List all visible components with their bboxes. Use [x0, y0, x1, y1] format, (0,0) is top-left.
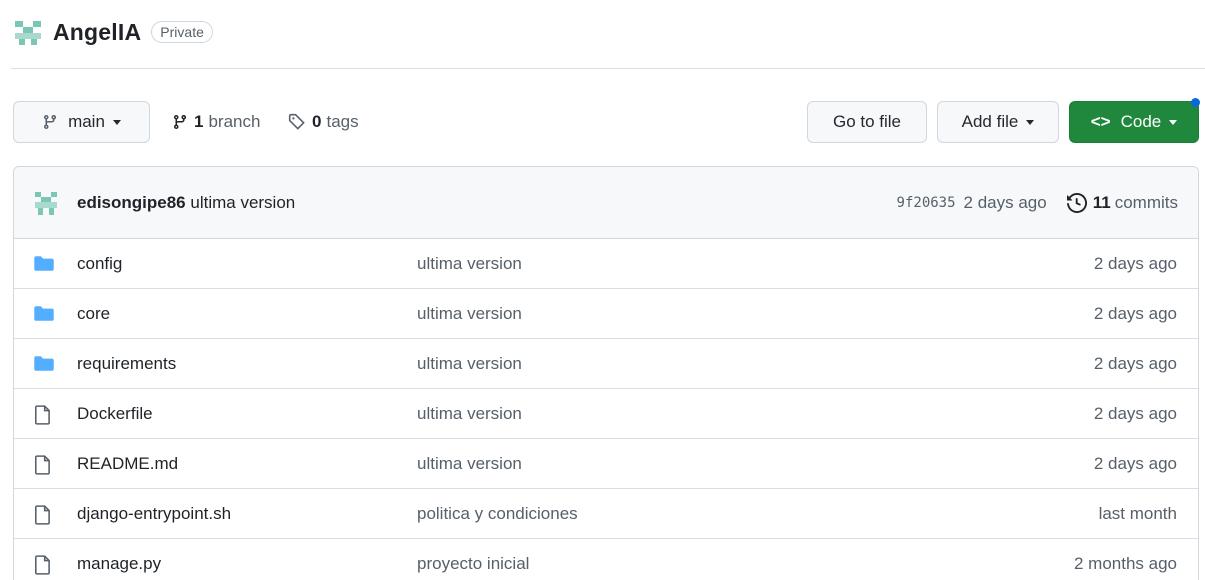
folder-icon — [34, 356, 54, 371]
code-label: Code — [1120, 112, 1162, 131]
commit-meta: 9f20635 2 days ago 11 commits — [897, 193, 1178, 213]
folder-icon — [34, 306, 54, 321]
file-name[interactable]: config — [77, 254, 122, 274]
commit-age: 2 days ago — [963, 192, 1047, 212]
tag-icon — [288, 113, 305, 130]
history-icon — [1066, 192, 1087, 213]
file-name[interactable]: manage.py — [77, 554, 161, 574]
file-commit-message[interactable]: politica y condiciones — [417, 504, 578, 524]
chevron-down-icon — [1026, 119, 1035, 125]
repo-header: AngelIA Private — [13, 14, 213, 50]
file-commit-message[interactable]: proyecto inicial — [417, 554, 529, 574]
file-age: 2 days ago — [1093, 303, 1177, 323]
file-name[interactable]: README.md — [77, 454, 178, 474]
commits-link[interactable]: 11 commits — [1066, 192, 1178, 213]
go-to-file-label: Go to file — [832, 112, 902, 131]
commit-message[interactable]: ultima version — [190, 193, 295, 212]
go-to-file-button[interactable]: Go to file — [807, 101, 927, 143]
git-branch-icon — [173, 115, 186, 130]
file-commit-message[interactable]: ultima version — [417, 254, 522, 274]
add-file-label: Add file — [961, 112, 1019, 131]
file-row[interactable]: manage.py proyecto inicial 2 months ago — [14, 539, 1198, 580]
tag-label: tags — [326, 112, 359, 131]
author-avatar[interactable] — [34, 190, 58, 216]
file-icon — [35, 455, 50, 475]
file-icon — [35, 505, 50, 525]
branch-count: 1 — [194, 112, 204, 131]
file-name[interactable]: Dockerfile — [77, 404, 153, 424]
code-button[interactable]: <> Code — [1069, 101, 1199, 143]
file-age: 2 days ago — [1093, 403, 1177, 423]
commit-sha[interactable]: 9f20635 — [897, 195, 956, 211]
file-row[interactable]: config ultima version 2 days ago — [14, 239, 1198, 289]
header-divider — [11, 68, 1205, 69]
file-row[interactable]: core ultima version 2 days ago — [14, 289, 1198, 339]
branch-name: main — [68, 112, 105, 131]
file-age: 2 days ago — [1093, 253, 1177, 273]
chevron-down-icon — [112, 119, 121, 125]
branch-selector-button[interactable]: main — [13, 101, 150, 143]
git-branch-icon — [44, 115, 57, 130]
file-row[interactable]: Dockerfile ultima version 2 days ago — [14, 389, 1198, 439]
file-name[interactable]: django-entrypoint.sh — [77, 504, 231, 524]
file-navigation: main 1 branch 0 tags Go to file Add file… — [13, 101, 1199, 145]
file-icon — [35, 555, 50, 575]
file-row[interactable]: README.md ultima version 2 days ago — [14, 439, 1198, 489]
file-icon — [35, 405, 50, 425]
file-age: 2 months ago — [1073, 553, 1177, 573]
file-age: 2 days ago — [1093, 353, 1177, 373]
file-name[interactable]: requirements — [77, 354, 176, 374]
file-commit-message[interactable]: ultima version — [417, 404, 522, 424]
file-row[interactable]: django-entrypoint.sh politica y condicio… — [14, 489, 1198, 539]
add-file-button[interactable]: Add file — [937, 101, 1059, 143]
commit-count: 11 — [1092, 192, 1111, 212]
notification-dot — [1191, 98, 1200, 107]
tag-count: 0 — [312, 112, 322, 131]
file-commit-message[interactable]: ultima version — [417, 304, 522, 324]
code-icon: <> — [1090, 112, 1111, 131]
file-browser: edisongipe86 ultima version 9f20635 2 da… — [13, 166, 1199, 580]
latest-commit-bar: edisongipe86 ultima version 9f20635 2 da… — [14, 167, 1198, 239]
file-age: last month — [1098, 503, 1177, 523]
repo-owner-avatar[interactable] — [13, 17, 43, 47]
folder-icon — [34, 256, 54, 271]
commit-summary: edisongipe86 ultima version — [77, 193, 295, 213]
file-row[interactable]: requirements ultima version 2 days ago — [14, 339, 1198, 389]
visibility-badge: Private — [151, 21, 213, 43]
file-commit-message[interactable]: ultima version — [417, 454, 522, 474]
branches-link[interactable]: 1 branch — [172, 101, 260, 143]
file-age: 2 days ago — [1093, 453, 1177, 473]
commit-count-label: commits — [1114, 192, 1178, 212]
repo-name[interactable]: AngelIA — [53, 19, 141, 46]
file-name[interactable]: core — [77, 304, 110, 324]
commit-author[interactable]: edisongipe86 — [77, 193, 186, 212]
branch-label: branch — [208, 112, 261, 131]
chevron-down-icon — [1169, 119, 1178, 125]
tags-link[interactable]: 0 tags — [288, 101, 359, 143]
file-commit-message[interactable]: ultima version — [417, 354, 522, 374]
